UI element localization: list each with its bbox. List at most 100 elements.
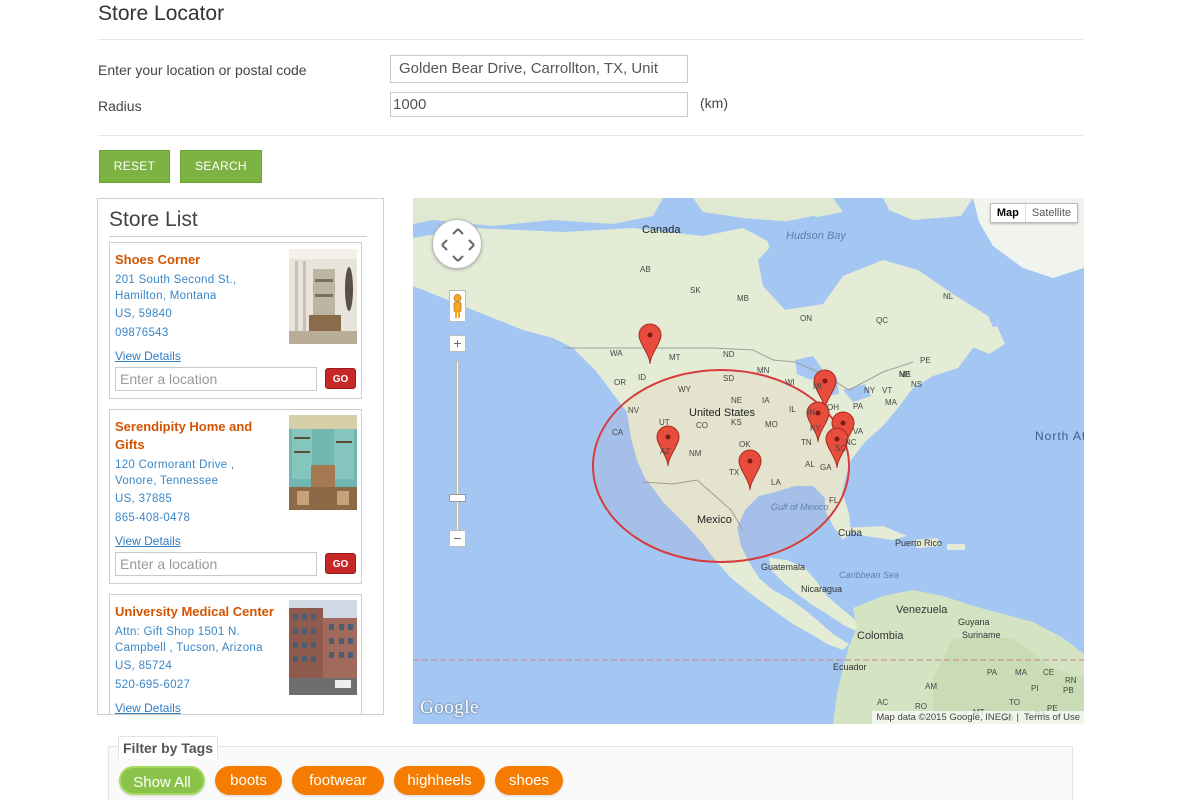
radius-input[interactable]: 1000	[390, 92, 688, 117]
map-label: NL	[943, 292, 954, 301]
map-label: NM	[689, 449, 702, 458]
map-label: NV	[628, 406, 640, 415]
store-name[interactable]: University Medical Center	[115, 603, 295, 621]
zoom-slider-track[interactable]	[456, 361, 459, 531]
zoom-in-button[interactable]: +	[449, 335, 466, 352]
pan-control[interactable]	[432, 219, 482, 269]
map-label: Gulf of Mexico	[771, 502, 829, 512]
map-label: Nicaragua	[801, 584, 843, 594]
map-label: ME	[899, 370, 911, 379]
map-label: AM	[925, 682, 937, 691]
store-name[interactable]: Shoes Corner	[115, 251, 285, 269]
divider	[98, 39, 1083, 40]
map-label: NY	[864, 386, 876, 395]
radius-label: Radius	[98, 98, 142, 114]
pegman-icon[interactable]	[449, 290, 466, 322]
go-button[interactable]: GO	[325, 368, 356, 389]
store-phone: 865-408-0478	[115, 512, 191, 524]
attribution-text: Map data ©2015 Google, INEGI	[876, 712, 1012, 723]
map-label: Hudson Bay	[786, 230, 846, 242]
store-name[interactable]: Serendipity Home and Gifts	[115, 418, 285, 454]
map-label: TO	[1009, 698, 1020, 707]
tag-highheels[interactable]: highheels	[394, 766, 485, 795]
map-label: MB	[737, 294, 749, 303]
map-type-control[interactable]: Map Satellite	[989, 203, 1078, 223]
map-label: OR	[614, 378, 626, 387]
store-location-input[interactable]: Enter a location	[115, 367, 317, 391]
store-phone: 520-695-6027	[115, 679, 191, 691]
store-location-input[interactable]: Enter a location	[115, 552, 317, 576]
map-label: AB	[640, 265, 651, 274]
terms-of-use-link[interactable]: Terms of Use	[1024, 712, 1080, 723]
reset-button[interactable]: RESET	[99, 150, 170, 183]
map-label: WI	[785, 378, 795, 387]
store-zip: US, 59840	[115, 308, 173, 320]
pan-arrows-icon	[441, 228, 475, 262]
radius-unit: (km)	[700, 95, 728, 111]
map-label: TN	[801, 438, 812, 447]
map-canvas[interactable]	[413, 198, 1084, 724]
tag-shoes[interactable]: shoes	[495, 766, 563, 795]
map-label: MI	[813, 382, 822, 391]
map-label: AL	[805, 460, 815, 469]
map-label: MA	[1015, 668, 1027, 677]
map-label: NE	[731, 396, 743, 405]
map-label: CA	[612, 428, 624, 437]
map-label: LA	[771, 478, 781, 487]
map-label: MT	[669, 353, 681, 362]
map-label: KS	[731, 418, 742, 427]
view-details-link[interactable]: View Details	[115, 701, 181, 714]
map-label: United States	[689, 407, 756, 419]
filter-title: Filter by Tags	[118, 736, 218, 759]
map-label: PE	[920, 356, 931, 365]
go-button[interactable]: GO	[325, 553, 356, 574]
location-label: Enter your location or postal code	[98, 62, 307, 78]
store-photo	[289, 415, 357, 510]
map-label: Caribbean Sea	[839, 570, 900, 580]
store-photo	[289, 249, 357, 344]
map-label: RN	[1065, 676, 1077, 685]
view-details-link[interactable]: View Details	[115, 349, 181, 363]
page-title: Store Locator	[98, 2, 225, 25]
view-details-link[interactable]: View Details	[115, 534, 181, 548]
map-label: KY	[810, 424, 821, 433]
map-label: OK	[739, 440, 751, 449]
map-label: NC	[845, 438, 857, 447]
map-type-satellite-button[interactable]: Satellite	[1024, 204, 1077, 222]
store-address: 201 South Second St.,	[115, 274, 237, 286]
google-logo: Google	[420, 697, 479, 718]
map-label: OH	[827, 403, 839, 412]
map-label: UT	[659, 418, 670, 427]
store-card: University Medical Center Attn: Gift Sho…	[109, 594, 362, 714]
store-card: Serendipity Home and Gifts 120 Cormorant…	[109, 409, 362, 584]
store-photo	[289, 600, 357, 695]
map-label: PA	[853, 402, 864, 411]
store-phone: 09876543	[115, 327, 169, 339]
map-label: IA	[762, 396, 770, 405]
map-label: QC	[876, 316, 888, 325]
store-city: Campbell , Tucson, Arizona	[115, 642, 263, 654]
map-label: AZ	[660, 447, 671, 456]
map-label: MA	[885, 398, 897, 407]
map-label: Guyana	[958, 617, 990, 627]
map-label: RO	[915, 702, 927, 711]
map-label: AC	[877, 698, 889, 707]
map-label: GA	[820, 463, 832, 472]
zoom-out-button[interactable]: −	[449, 530, 466, 547]
store-card: Shoes Corner 201 South Second St., Hamil…	[109, 242, 362, 399]
map-label: Mexico	[697, 514, 732, 526]
zoom-slider-thumb[interactable]	[449, 494, 466, 502]
map-label: Cuba	[838, 528, 862, 539]
map-view[interactable]: Canada Hudson Bay United States Mexico G…	[413, 198, 1084, 724]
tag-show-all[interactable]: Show All	[119, 766, 205, 795]
map-label: PA	[987, 668, 998, 677]
tag-footwear[interactable]: footwear	[292, 766, 384, 795]
map-label: Ecuador	[833, 662, 867, 672]
search-button[interactable]: SEARCH	[180, 150, 262, 183]
map-type-map-button[interactable]: Map	[991, 204, 1025, 222]
store-list-panel[interactable]: Store List Shoes Corner 201 South Second…	[97, 198, 384, 715]
map-label: CO	[696, 421, 708, 430]
store-list-title: Store List	[109, 208, 198, 231]
location-input[interactable]: Golden Bear Drive, Carrollton, TX, Unit	[390, 55, 688, 83]
tag-boots[interactable]: boots	[215, 766, 282, 795]
